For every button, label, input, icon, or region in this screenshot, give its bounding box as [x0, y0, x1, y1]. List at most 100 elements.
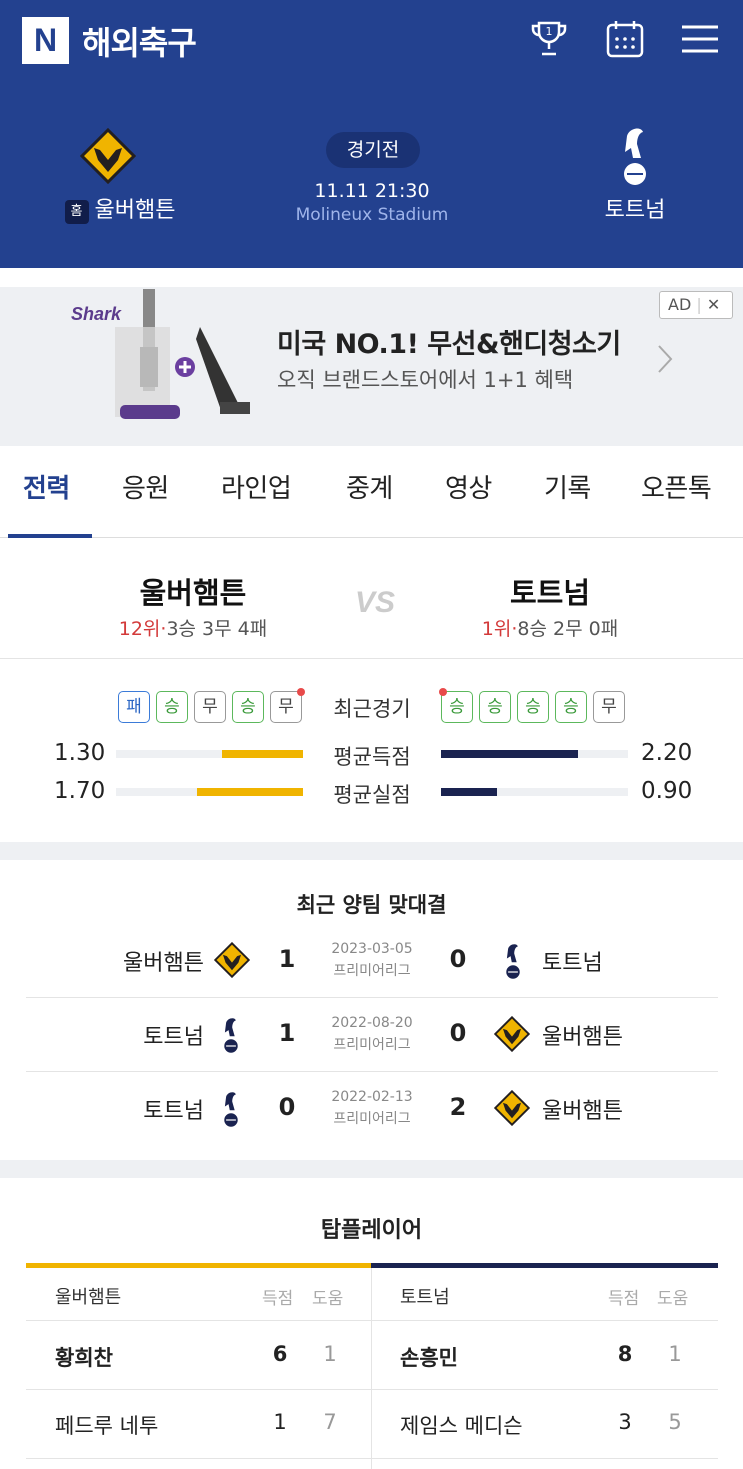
divider — [26, 1458, 718, 1459]
match-datetime: 11.11 21:30 — [314, 180, 430, 202]
home-stat-value: 1.30 — [54, 740, 106, 766]
away-rank: 1위 — [481, 618, 512, 640]
cmp-home-record: 12위·3승 3무 4패 — [118, 618, 268, 640]
active-tab-indicator — [8, 534, 92, 538]
match-status-badge: 경기전 — [326, 132, 420, 168]
section-divider — [0, 430, 743, 446]
form-chip: 무 — [593, 691, 625, 723]
tab-video[interactable]: 영상 — [445, 468, 492, 505]
away-stat-bar-track — [441, 788, 628, 796]
away-team-name[interactable]: 토트넘 — [580, 192, 690, 224]
vacuum-product-image — [115, 289, 250, 419]
player-goals: 3 — [618, 1410, 632, 1434]
spurs-crest-icon — [624, 128, 646, 185]
tab-cheer[interactable]: 응원 — [122, 468, 169, 505]
close-icon[interactable]: ✕ — [707, 295, 720, 314]
h2h-left-team: 토트넘 — [143, 1099, 204, 1124]
h2h-right-team: 울버햄튼 — [542, 1099, 623, 1124]
away-stat-bar-track — [441, 750, 628, 758]
away-wdl: 8승 2무 0패 — [517, 618, 619, 640]
home-team[interactable]: 홈 울버햄튼 — [55, 192, 185, 224]
h2h-right-team: 울버햄튼 — [542, 1025, 623, 1050]
cmp-home-name: 울버햄튼 — [139, 576, 247, 610]
tab-broadcast[interactable]: 중계 — [346, 468, 393, 505]
h2h-left-score: 1 — [278, 945, 296, 973]
home-badge: 홈 — [64, 200, 89, 224]
divider — [26, 1320, 718, 1321]
h2h-left-team: 울버햄튼 — [123, 951, 204, 976]
home-recent-form: 패승무승무 — [118, 691, 306, 723]
menu-icon[interactable] — [678, 17, 722, 61]
h2h-row[interactable]: 토트넘 1 2022-08-20 프리미어리그 0 울버햄튼 — [26, 998, 718, 1072]
h2h-left-team: 토트넘 — [143, 1025, 204, 1050]
h2h-row[interactable]: 울버햄튼 1 2023-03-05 프리미어리그 0 토트넘 — [26, 924, 718, 998]
tab-open-talk[interactable]: 오픈톡 — [641, 468, 712, 505]
player-name[interactable]: 손흥민 — [400, 1342, 458, 1372]
ad-close-badge[interactable]: AD | ✕ — [659, 291, 733, 319]
stadium-name: Molineux Stadium — [295, 205, 449, 225]
app-title[interactable]: 해외축구 — [82, 18, 197, 64]
latest-dot — [439, 688, 447, 696]
trophy-icon[interactable]: 1 — [527, 17, 571, 61]
assists-header: 도움 — [657, 1289, 689, 1309]
divider — [26, 1389, 718, 1390]
top-players-title: 탑플레이어 — [320, 1218, 423, 1243]
naver-logo[interactable]: N — [22, 17, 69, 64]
form-chip: 승 — [555, 691, 587, 723]
player-assists: 1 — [668, 1342, 682, 1366]
h2h-right-score: 0 — [449, 945, 467, 973]
home-stat-bar — [222, 750, 303, 758]
spurs-crest-icon — [220, 1088, 242, 1134]
player-name[interactable]: 황희찬 — [55, 1342, 113, 1372]
home-team-name: 울버햄튼 — [94, 198, 176, 223]
goals-header: 득점 — [262, 1289, 294, 1309]
cmp-away-name: 토트넘 — [509, 576, 591, 610]
h2h-date: 2023-03-05 — [331, 941, 413, 957]
player-name[interactable]: 페드루 네투 — [55, 1410, 158, 1440]
h2h-left-score: 0 — [278, 1093, 296, 1121]
form-chip: 무 — [194, 691, 226, 723]
wolves-crest-icon — [493, 1089, 531, 1130]
form-chip: 승 — [479, 691, 511, 723]
stat-label: 평균득점 — [333, 745, 411, 769]
form-chip: 승 — [517, 691, 549, 723]
away-stat-value: 0.90 — [641, 778, 693, 804]
player-name[interactable]: 제임스 메디슨 — [400, 1410, 523, 1440]
recent-games-label: 최근경기 — [333, 697, 411, 721]
tab-lineup[interactable]: 라인업 — [221, 468, 292, 505]
trophy-number: 1 — [546, 25, 553, 38]
h2h-date: 2022-08-20 — [331, 1015, 413, 1031]
home-rank: 12위 — [118, 618, 161, 640]
tp-away-team: 토트넘 — [400, 1287, 450, 1308]
home-stat-bar-track — [116, 788, 303, 796]
away-recent-form: 승승승승무 — [441, 691, 629, 723]
h2h-right-score: 0 — [449, 1019, 467, 1047]
wolves-crest-icon — [80, 128, 136, 184]
tab-analysis[interactable]: 전력 — [23, 468, 70, 505]
spurs-crest-icon — [502, 940, 524, 986]
form-chip: 승 — [232, 691, 264, 723]
home-stat-bar — [197, 788, 303, 796]
spurs-crest-icon — [220, 1014, 242, 1060]
away-stat-bar — [441, 788, 497, 796]
latest-dot — [297, 688, 305, 696]
top-bar: N 해외축구 1 — [0, 0, 743, 84]
ad-label: AD — [668, 295, 692, 314]
h2h-league: 프리미어리그 — [333, 1111, 411, 1127]
h2h-league: 프리미어리그 — [333, 1037, 411, 1053]
tab-records[interactable]: 기록 — [544, 468, 591, 505]
h2h-row[interactable]: 토트넘 0 2022-02-13 프리미어리그 2 울버햄튼 — [26, 1072, 718, 1146]
player-goals: 1 — [273, 1410, 287, 1434]
divider — [0, 658, 743, 659]
wolves-crest-icon — [213, 941, 251, 982]
form-chip: 패 — [118, 691, 150, 723]
form-chip: 무 — [270, 691, 302, 723]
player-assists: 1 — [323, 1342, 337, 1366]
away-stat-bar — [441, 750, 578, 758]
home-color-bar — [26, 1263, 371, 1268]
calendar-icon[interactable] — [603, 17, 647, 61]
stat-label: 평균실점 — [333, 783, 411, 807]
away-stat-value: 2.20 — [641, 740, 693, 766]
home-stat-value: 1.70 — [54, 778, 106, 804]
chevron-right-icon[interactable] — [655, 342, 675, 376]
